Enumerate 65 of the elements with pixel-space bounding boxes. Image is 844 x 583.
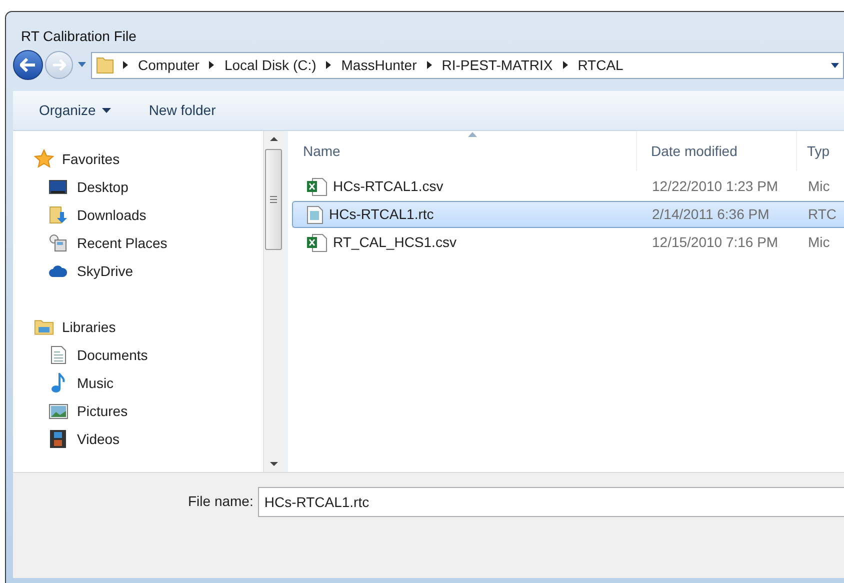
file-name: HCs-RTCAL1.rtc: [329, 205, 434, 224]
chevron-icon: [426, 61, 432, 69]
chevron-icon: [562, 61, 568, 69]
breadcrumb-item[interactable]: RI-PEST-MATRIX: [442, 54, 553, 76]
star-icon: [34, 149, 54, 169]
breadcrumb-item[interactable]: Computer: [138, 54, 200, 76]
sidebar-item[interactable]: Documents: [34, 341, 263, 369]
column-header[interactable]: Date modified: [637, 131, 797, 171]
sidebar-item[interactable]: SkyDrive: [34, 257, 263, 285]
file-icon: [307, 206, 323, 224]
down-arrow-icon: [270, 462, 278, 466]
chevron-icon: [209, 61, 214, 69]
date-cell-text: 12/22/2010 1:23 PM: [651, 177, 780, 196]
monitor-icon: [49, 180, 67, 194]
file-name: RT_CAL_HCS1.csv: [333, 233, 456, 252]
up-arrow-icon: [270, 137, 278, 141]
window-title: RT Calibration File: [20, 27, 138, 46]
chevron-icon: [326, 61, 332, 69]
folder-arrow-icon: [49, 206, 67, 224]
file-name: HCs-RTCAL1.csv: [333, 177, 444, 196]
spreadsheet-file-icon: [307, 234, 327, 252]
document-icon: [50, 346, 66, 364]
sidebar-item[interactable]: Recent Places: [34, 229, 263, 257]
scrollbar[interactable]: [263, 131, 283, 472]
toolbar-button[interactable]: New folder: [148, 100, 216, 121]
grip-icon: [270, 196, 277, 203]
caret-icon[interactable]: [831, 62, 839, 68]
breadcrumb-item[interactable]: Local Disk (C:): [224, 54, 316, 76]
type-cell-text: Mic: [807, 177, 830, 196]
file-row[interactable]: HCs-RTCAL1.rtc 2/14/2011 6:36 PM RTC: [292, 201, 844, 228]
breadcrumb-item[interactable]: MassHunter: [341, 54, 417, 76]
scrollbar-thumb[interactable]: [265, 149, 282, 250]
music-note-icon: [51, 373, 65, 393]
back-button[interactable]: [13, 50, 43, 80]
caret-icon: [102, 108, 111, 113]
film-icon: [50, 430, 66, 448]
file-name-label: File name:: [188, 492, 254, 511]
sidebar-item[interactable]: Videos: [34, 425, 263, 453]
file-row[interactable]: HCs-RTCAL1.csv 12/22/2010 1:23 PM Mic: [292, 173, 844, 200]
picture-icon: [48, 404, 68, 418]
folder-icon: [34, 318, 54, 336]
chevron-icon: [123, 61, 128, 69]
date-cell-text: 12/15/2010 7:16 PM: [651, 233, 780, 252]
file-row[interactable]: RT_CAL_HCS1.csv 12/15/2010 7:16 PM Mic: [292, 229, 844, 256]
type-cell-text: Mic: [807, 233, 830, 252]
sidebar-item[interactable]: Pictures: [34, 397, 263, 425]
right-arrow-icon: [52, 59, 66, 71]
sidebar-group[interactable]: Libraries: [34, 313, 263, 341]
clock-document-icon: [49, 234, 67, 252]
cloud-icon: [49, 265, 67, 277]
spreadsheet-file-icon: [307, 178, 327, 196]
sidebar-group[interactable]: Favorites: [34, 145, 263, 173]
sidebar-item[interactable]: Music: [34, 369, 263, 397]
file-name-field[interactable]: HCs-RTCAL1.rtc: [258, 487, 844, 517]
sidebar-item[interactable]: Desktop: [34, 173, 263, 201]
type-cell-text: RTC: [807, 205, 837, 224]
sort-arrow-icon: [468, 132, 477, 137]
left-arrow-icon: [20, 58, 36, 72]
column-header[interactable]: Typ: [797, 131, 844, 171]
date-cell-text: 2/14/2011 6:36 PM: [651, 205, 770, 224]
address-bar[interactable]: Computer Local Disk (C:) MassHunter RI-PEST-MATRIX RTCAL: [91, 52, 844, 78]
sidebar-item[interactable]: Downloads: [34, 201, 263, 229]
folder-icon: [95, 55, 115, 75]
breadcrumb-item[interactable]: RTCAL: [578, 54, 624, 76]
toolbar-button[interactable]: Organize: [39, 100, 111, 121]
